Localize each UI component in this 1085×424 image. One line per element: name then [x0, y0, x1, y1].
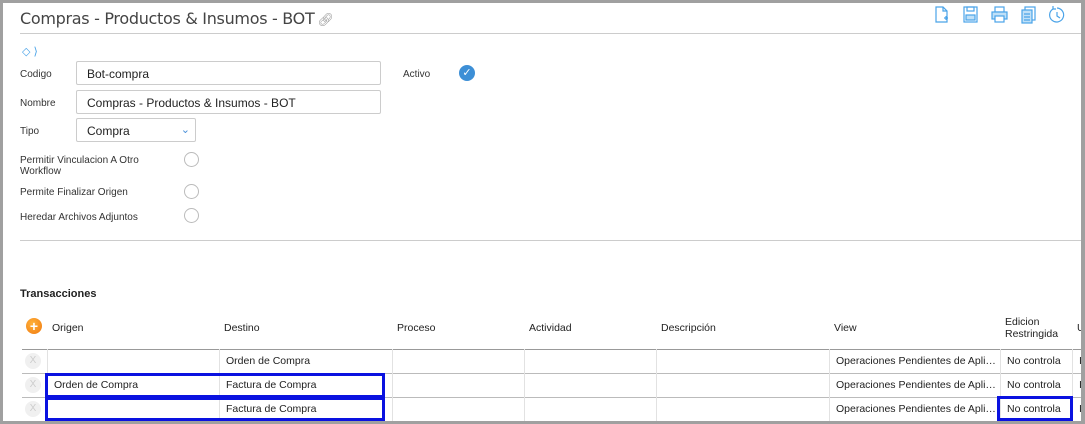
cell-destino[interactable]: Orden de Compra	[219, 349, 392, 373]
cell-view[interactable]: Operaciones Pendientes de Apli…	[829, 373, 1000, 397]
cell-actividad[interactable]	[524, 349, 656, 373]
heredar-archivos-label: Heredar Archivos Adjuntos	[20, 212, 138, 223]
column-header-descripcion[interactable]: Descripción	[661, 308, 826, 348]
page-title: Compras - Productos & Insumos - BOT 🔗︎	[20, 9, 334, 28]
cell-actividad[interactable]	[524, 397, 656, 421]
cell-descripcion[interactable]	[656, 397, 829, 421]
column-header-actividad[interactable]: Actividad	[529, 308, 653, 348]
nombre-input[interactable]: Compras - Productos & Insumos - BOT	[76, 90, 381, 114]
copy-icon[interactable]	[1019, 5, 1038, 24]
highlight-box	[45, 373, 385, 398]
column-header-origen[interactable]: Origen	[52, 308, 216, 348]
print-icon[interactable]	[990, 5, 1009, 24]
cell-edicion-restringida[interactable]: No controla	[1000, 373, 1072, 397]
activo-label: Activo	[403, 69, 431, 80]
divider	[20, 240, 1081, 241]
column-header-view[interactable]: View	[834, 308, 997, 348]
add-row-button[interactable]: +	[26, 318, 42, 334]
delete-row-icon[interactable]: X	[25, 401, 41, 417]
cell-edicion-restringida[interactable]: No controla	[1000, 349, 1072, 373]
permitir-vinculacion-label: Permitir Vinculacion A Otro Workflow	[20, 155, 139, 177]
activo-checkbox[interactable]: ✓	[459, 65, 475, 81]
link-icon[interactable]: 🔗︎	[317, 13, 334, 28]
permite-finalizar-toggle[interactable]	[184, 184, 199, 199]
delete-row-icon[interactable]: X	[25, 377, 41, 393]
cell-proceso[interactable]	[392, 349, 524, 373]
cell-proceso[interactable]	[392, 397, 524, 421]
cell-view[interactable]: Operaciones Pendientes de Apli…	[829, 397, 1000, 421]
permitir-vinculacion-toggle[interactable]	[184, 152, 199, 167]
title-text: Compras - Productos & Insumos - BOT	[20, 9, 315, 28]
permite-finalizar-label: Permite Finalizar Origen	[20, 187, 128, 198]
tipo-select[interactable]: Compra ⌄	[76, 118, 196, 142]
save-icon[interactable]	[961, 5, 980, 24]
divider	[20, 33, 1081, 34]
history-icon[interactable]	[1048, 5, 1067, 24]
column-header-proceso[interactable]: Proceso	[397, 308, 521, 348]
tipo-value: Compra	[87, 124, 130, 138]
highlight-box	[45, 397, 385, 421]
column-header-extra[interactable]: U	[1077, 308, 1081, 348]
new-doc-icon[interactable]	[932, 5, 951, 24]
column-header-edicion-restringida[interactable]: Edicion Restringida	[1005, 308, 1069, 348]
workflow-page: Compras - Productos & Insumos - BOT 🔗︎ ◇ …	[3, 3, 1081, 421]
tag-icon[interactable]: ◇ ⟩	[22, 45, 38, 58]
cell-origen[interactable]	[47, 349, 219, 373]
cell-proceso[interactable]	[392, 373, 524, 397]
cell-extra[interactable]: I	[1072, 373, 1081, 397]
cell-view[interactable]: Operaciones Pendientes de Apli…	[829, 349, 1000, 373]
codigo-label: Codigo	[20, 69, 52, 80]
tipo-label: Tipo	[20, 126, 40, 137]
cell-descripcion[interactable]	[656, 349, 829, 373]
nombre-label: Nombre	[20, 98, 56, 109]
cell-actividad[interactable]	[524, 373, 656, 397]
highlight-box	[997, 396, 1073, 421]
cell-descripcion[interactable]	[656, 373, 829, 397]
codigo-input[interactable]: Bot-compra	[76, 61, 381, 85]
chevron-down-icon: ⌄	[180, 124, 190, 136]
delete-row-icon[interactable]: X	[25, 353, 41, 369]
column-header-destino[interactable]: Destino	[224, 308, 389, 348]
toolbar	[932, 5, 1067, 24]
cell-extra[interactable]: I	[1072, 349, 1081, 373]
transacciones-title: Transacciones	[20, 288, 97, 300]
cell-extra[interactable]: I	[1072, 397, 1081, 421]
heredar-archivos-toggle[interactable]	[184, 208, 199, 223]
